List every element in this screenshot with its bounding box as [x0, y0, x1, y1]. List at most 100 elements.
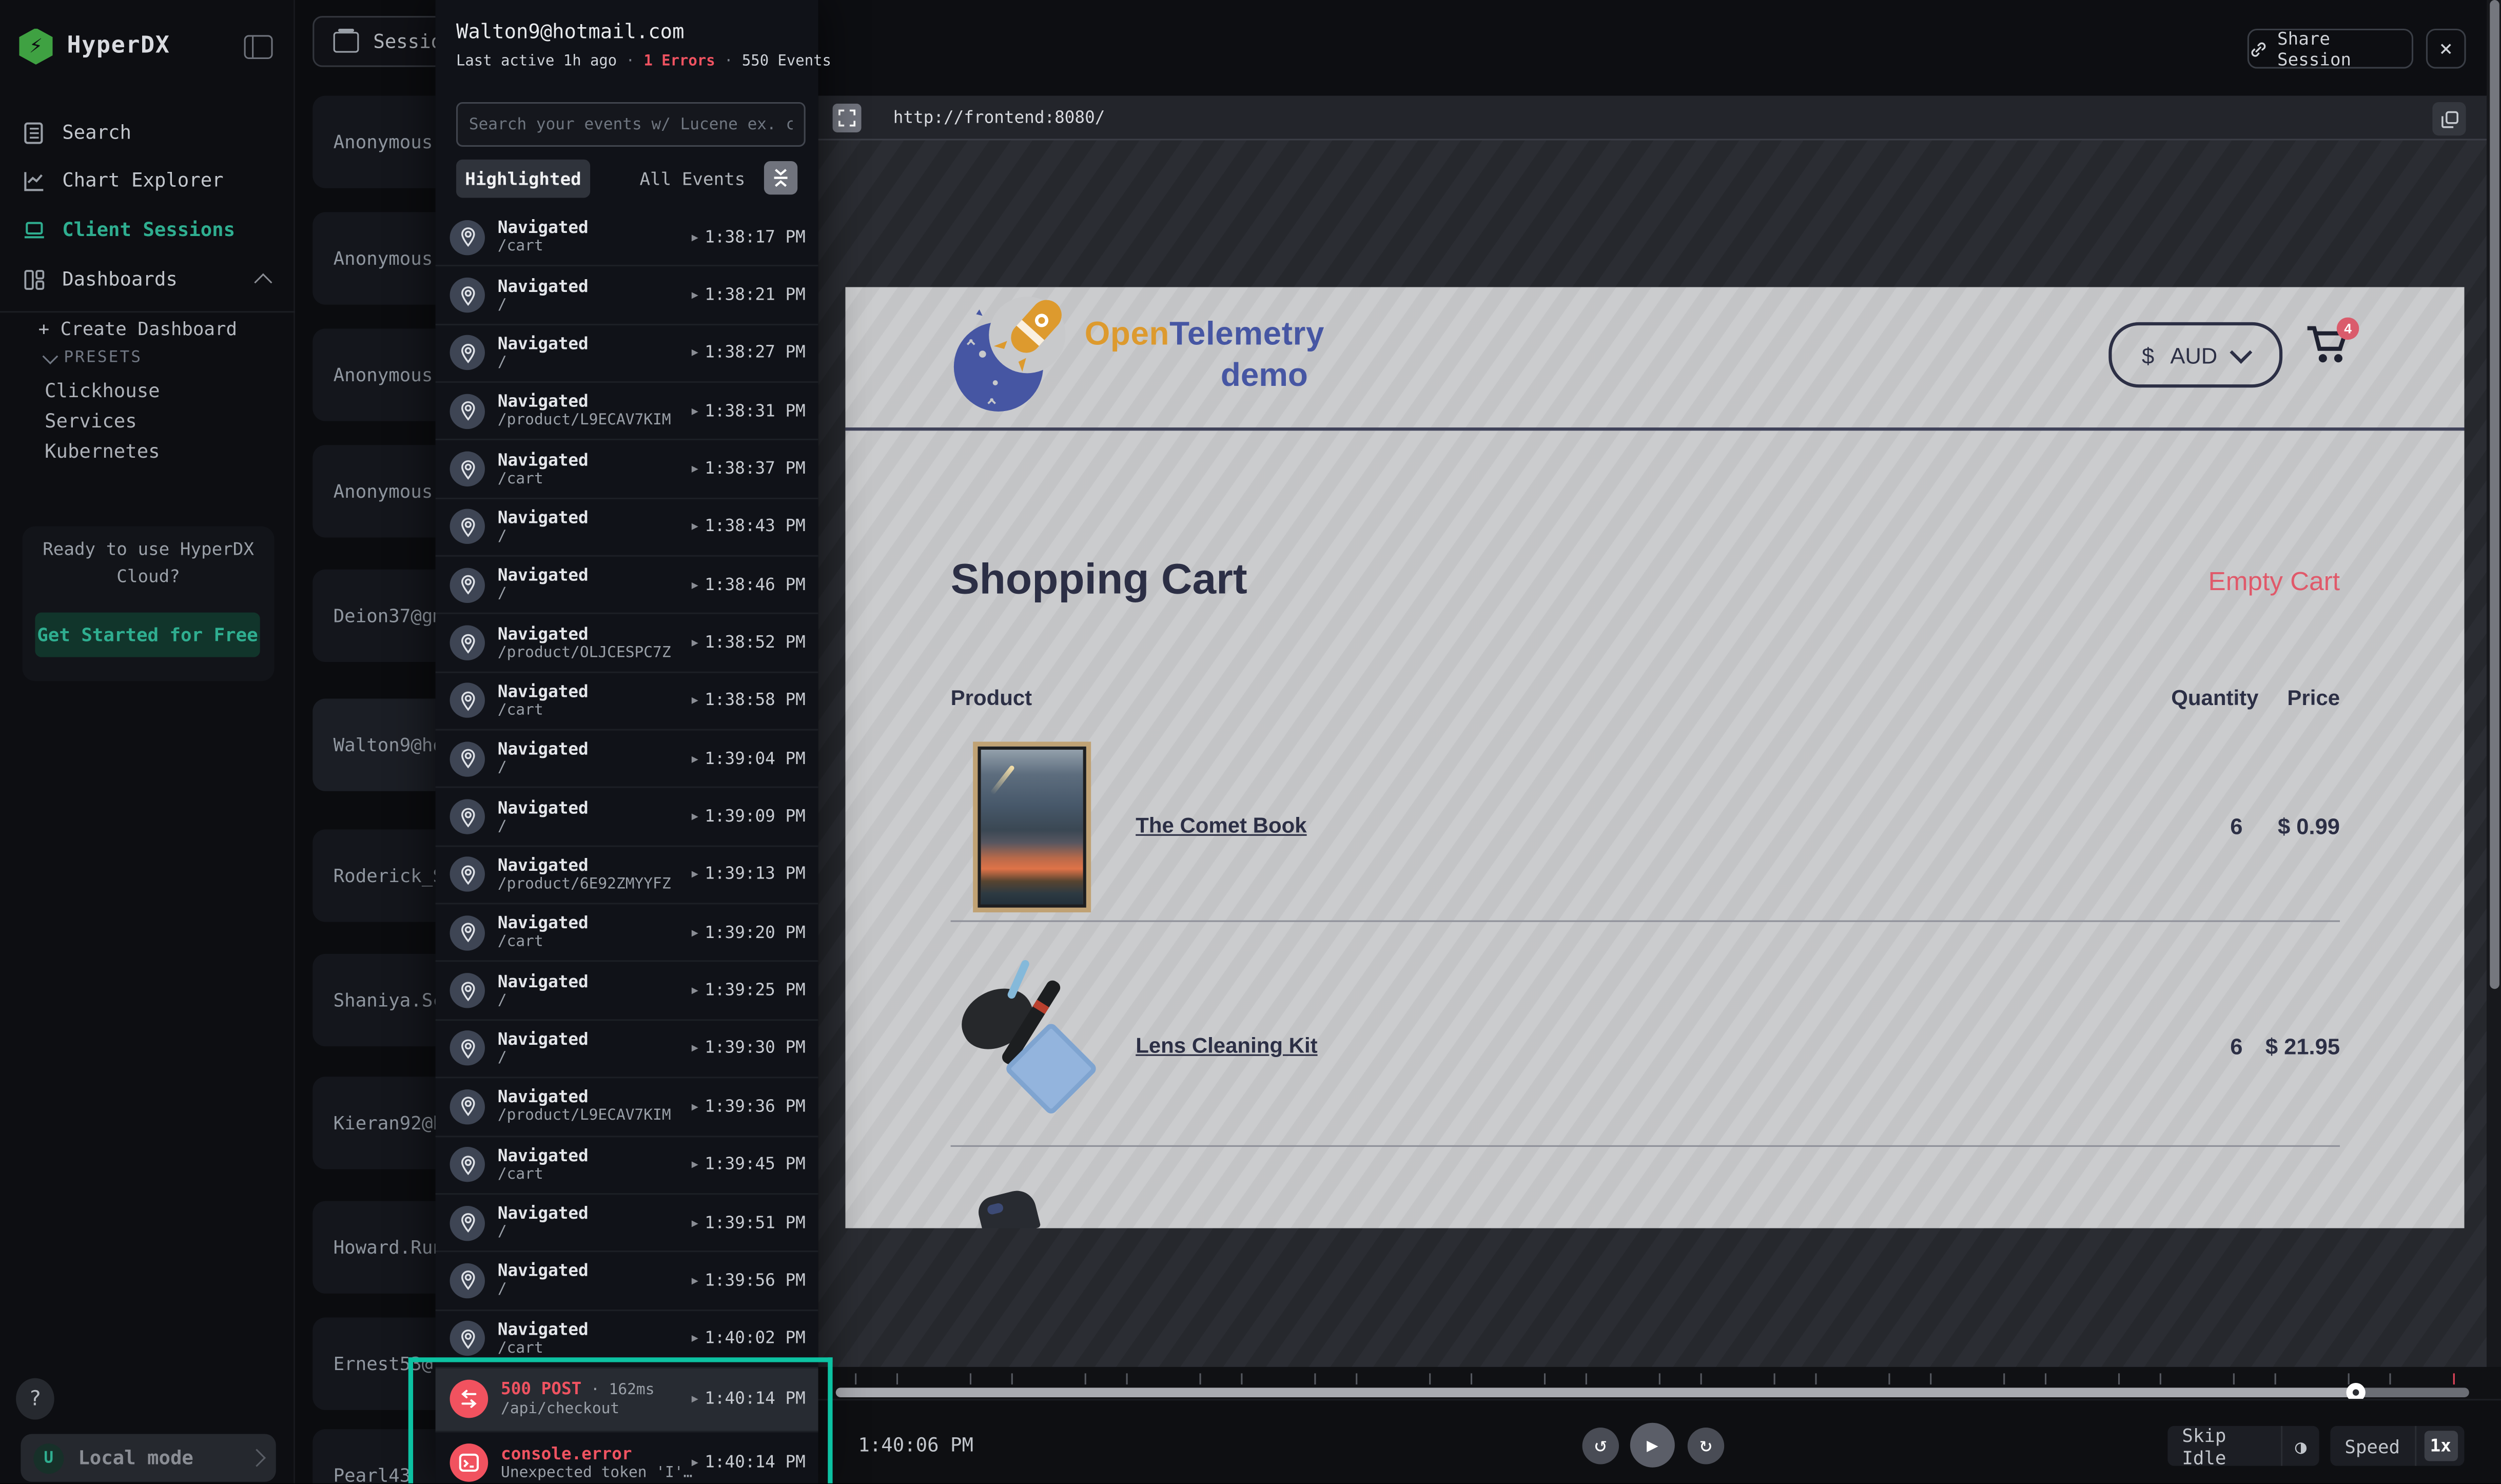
event-row-navigation[interactable]: Navigated/cart ▶1:39:20 PM [436, 905, 818, 963]
event-row-navigation[interactable]: Navigated/ ▶1:39:30 PM [436, 1021, 818, 1079]
sidebar-item-client-sessions[interactable]: Client Sessions [0, 209, 295, 250]
replay-scrollbar[interactable] [2487, 0, 2501, 1367]
sidebar-item-dashboards[interactable]: Dashboards [0, 259, 295, 300]
sidebar-collapse-icon[interactable] [244, 35, 273, 59]
event-row-navigation[interactable]: Navigated/cart ▶1:38:58 PM [436, 673, 818, 731]
forward-button[interactable]: ↻ [1688, 1428, 1724, 1464]
presets-section-label[interactable]: PRESETS [45, 349, 142, 367]
session-card[interactable]: Roderick_S [312, 829, 435, 922]
help-button[interactable]: ? [16, 1378, 54, 1420]
play-from-event-icon[interactable]: ▶ [692, 1274, 698, 1287]
session-card[interactable]: Ernest53@ [312, 1318, 435, 1410]
play-from-event-icon[interactable]: ▶ [692, 1158, 698, 1171]
play-from-event-icon[interactable]: ▶ [692, 694, 698, 707]
location-pin-icon [450, 684, 485, 718]
sidebar-preset-services[interactable]: Services [45, 408, 137, 434]
sidebar-preset-kubernetes[interactable]: Kubernetes [45, 439, 160, 464]
product-link[interactable]: Lens Cleaning Kit [1136, 1033, 1317, 1058]
sidebar-item-search[interactable]: Search [0, 112, 295, 153]
event-row-navigation[interactable]: Navigated/product/L9ECAV7KIM ▶1:39:36 PM [436, 1079, 818, 1137]
local-mode-menu[interactable]: U Local mode [21, 1434, 276, 1481]
currency-selector[interactable]: $ AUD [2108, 322, 2282, 387]
session-card[interactable]: Deion37@gm [312, 570, 435, 662]
play-from-event-icon[interactable]: ▶ [692, 752, 698, 765]
timeline-tick [1356, 1373, 1358, 1384]
play-from-event-icon[interactable]: ▶ [692, 1100, 698, 1113]
session-card[interactable]: Walton9@ho [312, 698, 435, 791]
play-button[interactable]: ▶ [1630, 1423, 1675, 1468]
play-from-event-icon[interactable]: ▶ [692, 1393, 698, 1406]
play-from-event-icon[interactable]: ▶ [692, 405, 698, 418]
event-row-navigation[interactable]: Navigated/product/OLJCESPC7Z ▶1:38:52 PM [436, 615, 818, 673]
create-dashboard-button[interactable]: + Create Dashboard [38, 316, 237, 341]
copy-url-button[interactable] [2432, 102, 2466, 135]
tab-highlighted[interactable]: Highlighted [456, 160, 590, 198]
play-from-event-icon[interactable]: ▶ [692, 637, 698, 650]
event-row-navigation[interactable]: Navigated/cart ▶1:39:45 PM [436, 1137, 818, 1195]
product-link[interactable]: The Comet Book [1136, 813, 1306, 837]
events-search-input[interactable] [456, 102, 806, 147]
play-from-event-icon[interactable]: ▶ [692, 231, 698, 244]
session-card[interactable]: Anonymous [312, 96, 435, 188]
event-row-http-error[interactable]: 500 POST · 162ms/api/checkout ▶1:40:14 P… [436, 1369, 818, 1432]
play-from-event-icon[interactable]: ▶ [692, 1042, 698, 1055]
event-row-navigation[interactable]: Navigated/ ▶1:39:56 PM [436, 1253, 818, 1311]
session-card[interactable]: Anonymous [312, 328, 435, 421]
timeline-track[interactable] [836, 1388, 2469, 1396]
shop-page-title: Shopping Cart [951, 555, 1247, 604]
replay-timeline[interactable] [818, 1367, 2501, 1399]
event-row-navigation[interactable]: Navigated/ ▶1:38:43 PM [436, 499, 818, 557]
play-from-event-icon[interactable]: ▶ [692, 984, 698, 997]
play-from-event-icon[interactable]: ▶ [692, 463, 698, 476]
link-icon [2249, 39, 2268, 58]
event-row-navigation[interactable]: Navigated/ ▶1:39:51 PM [436, 1195, 818, 1253]
sidebar: ⚡ HyperDX Search Chart Explorer Client S… [0, 0, 295, 1483]
cart-button[interactable]: 4 [2305, 324, 2359, 372]
get-started-button[interactable]: Get Started for Free [35, 613, 260, 657]
play-from-event-icon[interactable]: ▶ [692, 1216, 698, 1229]
speed-control[interactable]: Speed 1x [2330, 1426, 2464, 1466]
rewind-button[interactable]: ↺ [1582, 1428, 1619, 1464]
empty-cart-button[interactable]: Empty Cart [2209, 568, 2340, 598]
skip-idle-toggle-icon[interactable]: ◑ [2282, 1435, 2319, 1457]
play-from-event-icon[interactable]: ▶ [692, 521, 698, 534]
event-row-navigation[interactable]: Navigated/ ▶1:38:46 PM [436, 557, 818, 615]
play-from-event-icon[interactable]: ▶ [692, 926, 698, 939]
sidebar-preset-clickhouse[interactable]: Clickhouse [45, 378, 160, 404]
event-row-navigation[interactable]: Navigated/ ▶1:38:21 PM [436, 267, 818, 325]
fullscreen-button[interactable] [833, 104, 862, 132]
session-card[interactable]: Howard.Run [312, 1201, 435, 1294]
event-row-navigation[interactable]: Navigated/cart ▶1:38:17 PM [436, 209, 818, 267]
play-from-event-icon[interactable]: ▶ [692, 1332, 698, 1345]
session-card[interactable]: Anonymous [312, 445, 435, 537]
tab-all-events[interactable]: All Events [639, 168, 745, 189]
event-row-navigation[interactable]: Navigated/ ▶1:39:25 PM [436, 963, 818, 1021]
event-row-console-error[interactable]: console.errorUnexpected token 'I'… ▶1:40… [436, 1432, 818, 1483]
sidebar-item-chart-explorer[interactable]: Chart Explorer [0, 160, 295, 201]
collapse-events-button[interactable] [764, 161, 797, 194]
sessions-header-button[interactable]: Sessions [312, 16, 435, 67]
session-card[interactable]: Shaniya.Sc [312, 954, 435, 1046]
play-from-event-icon[interactable]: ▶ [692, 347, 698, 360]
play-from-event-icon[interactable]: ▶ [692, 1457, 698, 1470]
session-card[interactable]: Pearl43 [312, 1429, 435, 1483]
session-card[interactable]: Anonymous [312, 212, 435, 304]
event-row-navigation[interactable]: Navigated/ ▶1:39:09 PM [436, 789, 818, 847]
skip-idle-control[interactable]: Skip Idle ◑ [2167, 1426, 2319, 1466]
scrollbar-thumb[interactable] [2489, 0, 2499, 989]
play-from-event-icon[interactable]: ▶ [692, 289, 698, 302]
event-row-navigation[interactable]: Navigated/cart ▶1:38:37 PM [436, 441, 818, 499]
session-card[interactable]: Kieran92@h [312, 1077, 435, 1169]
play-from-event-icon[interactable]: ▶ [692, 579, 698, 592]
chart-icon [23, 168, 47, 192]
event-row-navigation[interactable]: Navigated/product/L9ECAV7KIM ▶1:38:31 PM [436, 383, 818, 441]
close-button[interactable]: × [2426, 29, 2466, 69]
share-session-button[interactable]: Share Session [2248, 29, 2413, 69]
event-row-navigation[interactable]: Navigated/product/6E92ZMYYFZ ▶1:39:13 PM [436, 847, 818, 905]
play-from-event-icon[interactable]: ▶ [692, 868, 698, 881]
event-row-navigation[interactable]: Navigated/ ▶1:38:27 PM [436, 325, 818, 383]
copy-icon [2439, 109, 2458, 128]
event-row-navigation[interactable]: Navigated/cart ▶1:40:02 PM [436, 1311, 818, 1369]
event-row-navigation[interactable]: Navigated/ ▶1:39:04 PM [436, 731, 818, 789]
play-from-event-icon[interactable]: ▶ [692, 810, 698, 823]
